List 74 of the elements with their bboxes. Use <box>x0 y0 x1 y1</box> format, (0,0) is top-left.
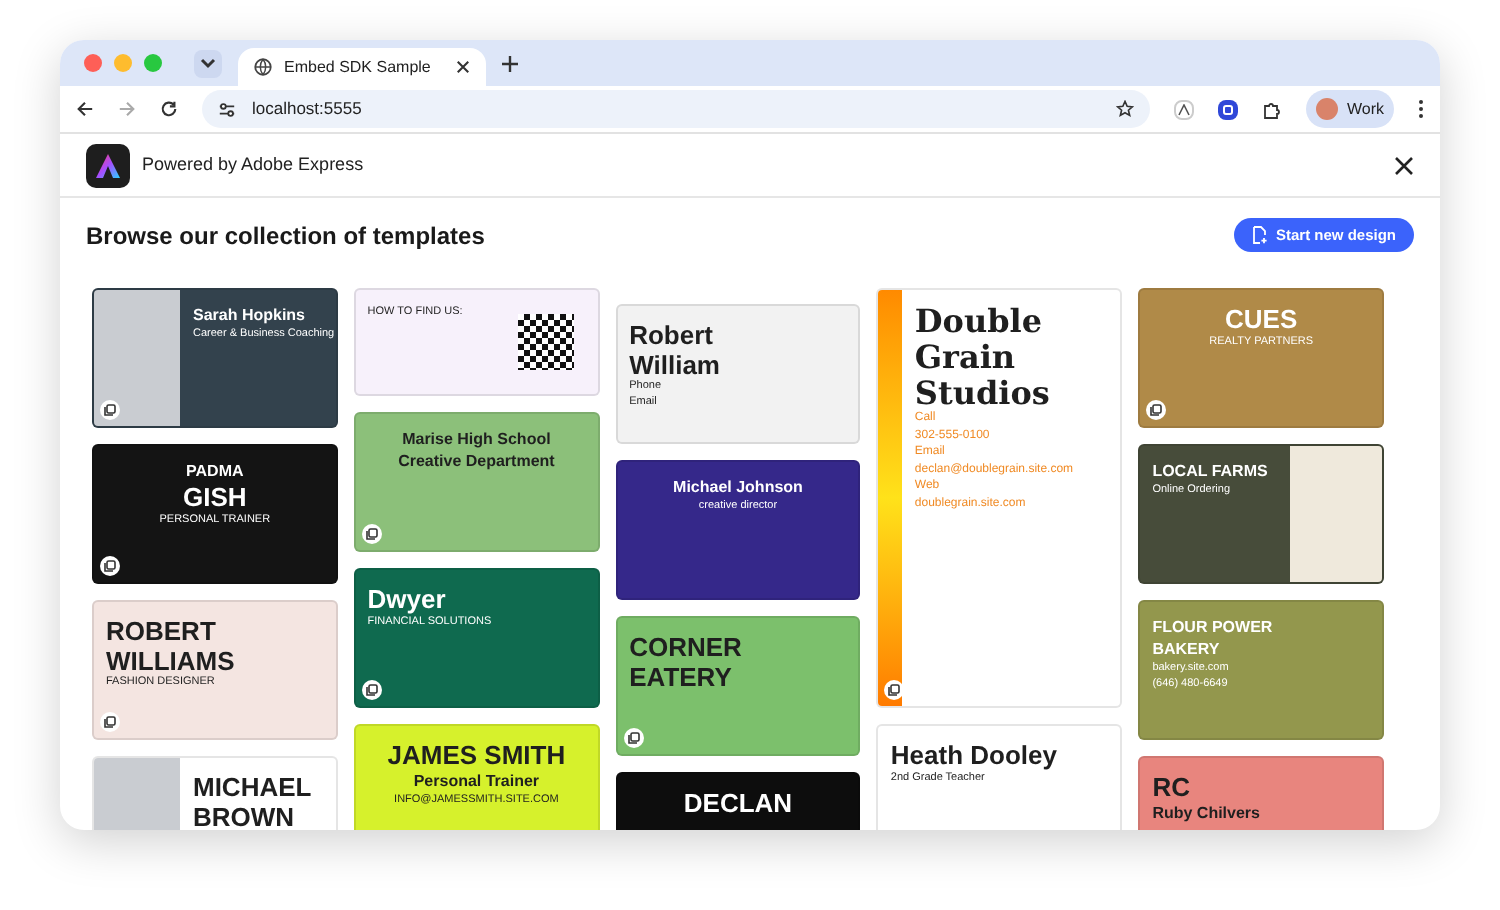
floral-pattern <box>1290 446 1382 582</box>
tab-title: Embed SDK Sample <box>284 55 433 79</box>
copy-icon <box>104 560 116 572</box>
extension-icon[interactable] <box>1218 99 1239 119</box>
copy-icon <box>627 732 640 744</box>
copy-icon <box>365 528 378 540</box>
card-title: CUES <box>1225 306 1298 334</box>
card-subtitle: Ruby Chilvers <box>1152 803 1260 824</box>
template-card[interactable]: Marise High School Creative Department <box>353 412 600 552</box>
copy-icon <box>1150 404 1163 416</box>
card-subtitle: FLOUR POWER <box>1152 618 1273 638</box>
card-title: JAMES SMITH <box>387 742 566 770</box>
card-subtitle: PADMA <box>186 462 244 482</box>
brand-text: Powered by Adobe Express <box>142 151 366 178</box>
puzzle-icon[interactable] <box>1262 99 1283 119</box>
sliders-icon[interactable] <box>218 101 236 117</box>
remix-badge[interactable] <box>623 728 644 748</box>
card-title: Dwyer <box>367 586 446 614</box>
address-bar[interactable]: localhost:5555 <box>202 90 1151 128</box>
back-icon[interactable] <box>76 100 94 118</box>
card-title: EATERY <box>629 663 732 691</box>
copy-icon <box>365 684 378 696</box>
card-title: WILLIAMS <box>106 647 235 675</box>
close-icon[interactable] <box>1394 155 1414 175</box>
url-text: localhost:5555 <box>252 96 364 122</box>
card-title: BROWN <box>192 803 295 830</box>
card-subtitle: Sarah Hopkins <box>192 306 305 326</box>
chevron-down-icon <box>200 57 216 69</box>
page-title: Browse our collection of templates <box>86 219 485 253</box>
card-subtitle: BAKERY <box>1152 640 1220 660</box>
tab-list-button[interactable] <box>194 49 222 77</box>
star-icon[interactable] <box>1116 100 1135 118</box>
remix-badge[interactable] <box>1146 400 1167 420</box>
card-title: Double <box>914 306 1043 340</box>
new-document-icon <box>1251 226 1268 244</box>
card-title: William <box>629 351 720 379</box>
card-title: Grain <box>914 341 1016 376</box>
photo-placeholder <box>94 290 181 426</box>
card-title: MICHAEL <box>192 774 312 802</box>
template-card[interactable]: CORNER EATERY <box>615 616 861 756</box>
card-subtitle: LOCAL FARMS <box>1152 462 1268 482</box>
card-title: ROBERT <box>106 618 216 646</box>
card-title: RC <box>1152 774 1190 802</box>
template-card[interactable]: DECLAN <box>615 772 861 830</box>
card-title: DECLAN <box>683 790 793 818</box>
copy-icon <box>104 404 116 416</box>
remix-badge[interactable] <box>100 712 120 732</box>
avatar-icon <box>1316 98 1339 120</box>
remix-badge[interactable] <box>361 524 382 544</box>
new-tab-icon[interactable] <box>502 55 518 71</box>
template-card[interactable]: MICHAEL BROWN <box>92 756 338 830</box>
card-title: GISH <box>183 484 247 512</box>
close-tab-icon[interactable] <box>456 60 470 74</box>
extension-icon[interactable] <box>1174 99 1195 119</box>
menu-icon[interactable] <box>1418 100 1424 118</box>
card-subtitle: Creative Department <box>398 452 555 472</box>
card-title: CORNER <box>629 634 742 662</box>
card-title: Studios <box>914 377 1050 411</box>
copy-icon <box>104 716 116 728</box>
card-title: Heath Dooley <box>890 742 1057 770</box>
card-subtitle: Michael Johnson <box>673 478 803 498</box>
remix-badge[interactable] <box>361 680 382 700</box>
browser-tab[interactable]: Embed SDK Sample <box>238 48 486 86</box>
globe-icon <box>254 58 272 76</box>
card-title: Robert <box>629 322 713 350</box>
copy-icon <box>888 684 901 696</box>
card-subtitle: Personal Trainer <box>413 771 540 792</box>
app-logo-icon <box>86 143 130 187</box>
qr-code-icon <box>517 314 574 370</box>
reload-icon[interactable] <box>160 100 178 118</box>
template-card[interactable]: RC Ruby Chilvers <box>1138 756 1384 830</box>
profile-button[interactable]: Work <box>1306 90 1394 128</box>
card-subtitle: Marise High School <box>402 430 551 450</box>
remix-badge[interactable] <box>100 556 120 576</box>
